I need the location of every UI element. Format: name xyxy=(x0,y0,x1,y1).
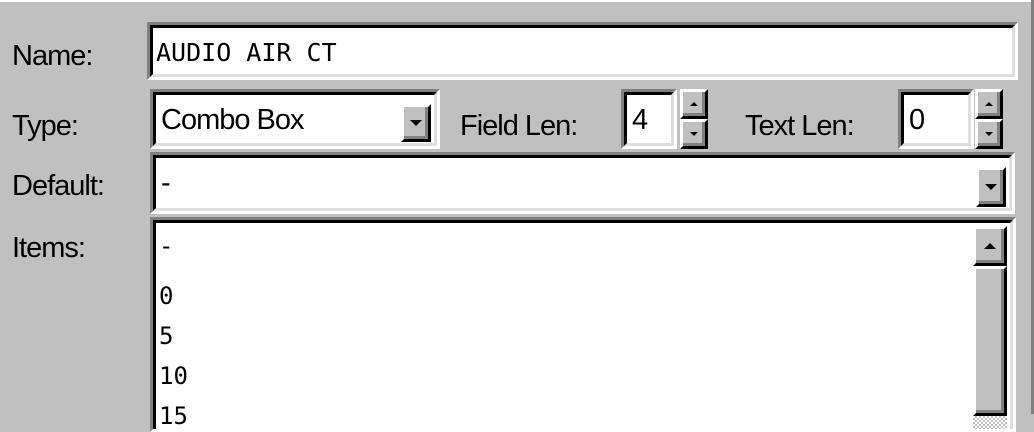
type-select-value: Combo Box xyxy=(161,104,305,136)
text-len-spin-down[interactable] xyxy=(975,119,1003,149)
items-scrollbar[interactable] xyxy=(973,226,1007,429)
items-label: Items: xyxy=(12,232,86,264)
list-item[interactable]: 0 xyxy=(159,282,173,310)
name-field[interactable]: AUDIO AIR CT xyxy=(147,22,1018,80)
list-item[interactable]: 10 xyxy=(159,362,188,390)
name-field-value: AUDIO AIR CT xyxy=(156,38,337,67)
list-item[interactable]: 5 xyxy=(159,322,173,350)
chevron-down-icon xyxy=(985,184,997,190)
arrow-down-icon xyxy=(690,132,698,136)
text-len-input[interactable]: 0 xyxy=(898,89,974,149)
field-len-value: 4 xyxy=(632,104,648,136)
type-dropdown-button[interactable] xyxy=(401,104,431,142)
name-label: Name: xyxy=(12,40,93,72)
list-item[interactable]: - xyxy=(159,232,173,260)
scroll-up-button[interactable] xyxy=(973,226,1007,266)
arrow-up-icon xyxy=(690,102,698,106)
list-item[interactable]: 15 xyxy=(159,402,188,429)
arrow-up-icon xyxy=(984,243,996,249)
default-dropdown-button[interactable] xyxy=(976,167,1006,207)
type-label: Type: xyxy=(12,110,79,142)
scroll-thumb[interactable] xyxy=(973,266,1007,416)
type-select[interactable]: Combo Box xyxy=(150,89,440,149)
default-select-value: - xyxy=(161,167,171,199)
default-label: Default: xyxy=(12,170,105,202)
text-len-label: Text Len: xyxy=(745,110,855,142)
field-len-spin-up[interactable] xyxy=(680,89,708,119)
field-len-label: Field Len: xyxy=(460,110,578,142)
text-len-value: 0 xyxy=(909,104,925,136)
field-len-spin-down[interactable] xyxy=(680,119,708,149)
arrow-down-icon xyxy=(985,132,993,136)
field-len-input[interactable]: 4 xyxy=(621,89,677,149)
chevron-down-icon xyxy=(410,120,422,126)
text-len-spin-up[interactable] xyxy=(975,89,1003,119)
window-top-highlight xyxy=(0,0,1034,2)
arrow-up-icon xyxy=(985,102,993,106)
items-list: - 0 5 10 15 xyxy=(159,226,969,429)
scroll-track[interactable] xyxy=(973,416,1007,429)
items-listbox[interactable]: - 0 5 10 15 xyxy=(150,217,1016,432)
default-select[interactable]: - xyxy=(150,152,1015,214)
